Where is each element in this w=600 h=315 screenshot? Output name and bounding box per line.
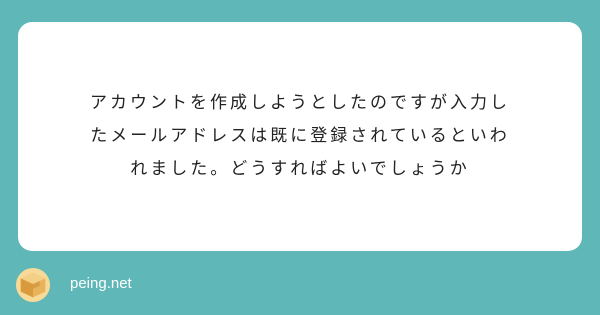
question-card: アカウントを作成しようとしたのですが入力し たメールアドレスは既に登録されている… [18, 22, 582, 251]
footer: peing.net [0, 251, 600, 315]
question-line-1: アカウントを作成しようとしたのですが入力し [90, 93, 510, 113]
brand-name[interactable]: peing.net [70, 274, 132, 294]
cardboard-box-icon [15, 267, 51, 303]
question-line-3: れました。どうすればよいでしょうか [130, 159, 470, 179]
question-text: アカウントを作成しようとしたのですが入力し たメールアドレスは既に登録されている… [90, 87, 510, 186]
question-line-2: たメールアドレスは既に登録されているといわ [90, 126, 510, 146]
